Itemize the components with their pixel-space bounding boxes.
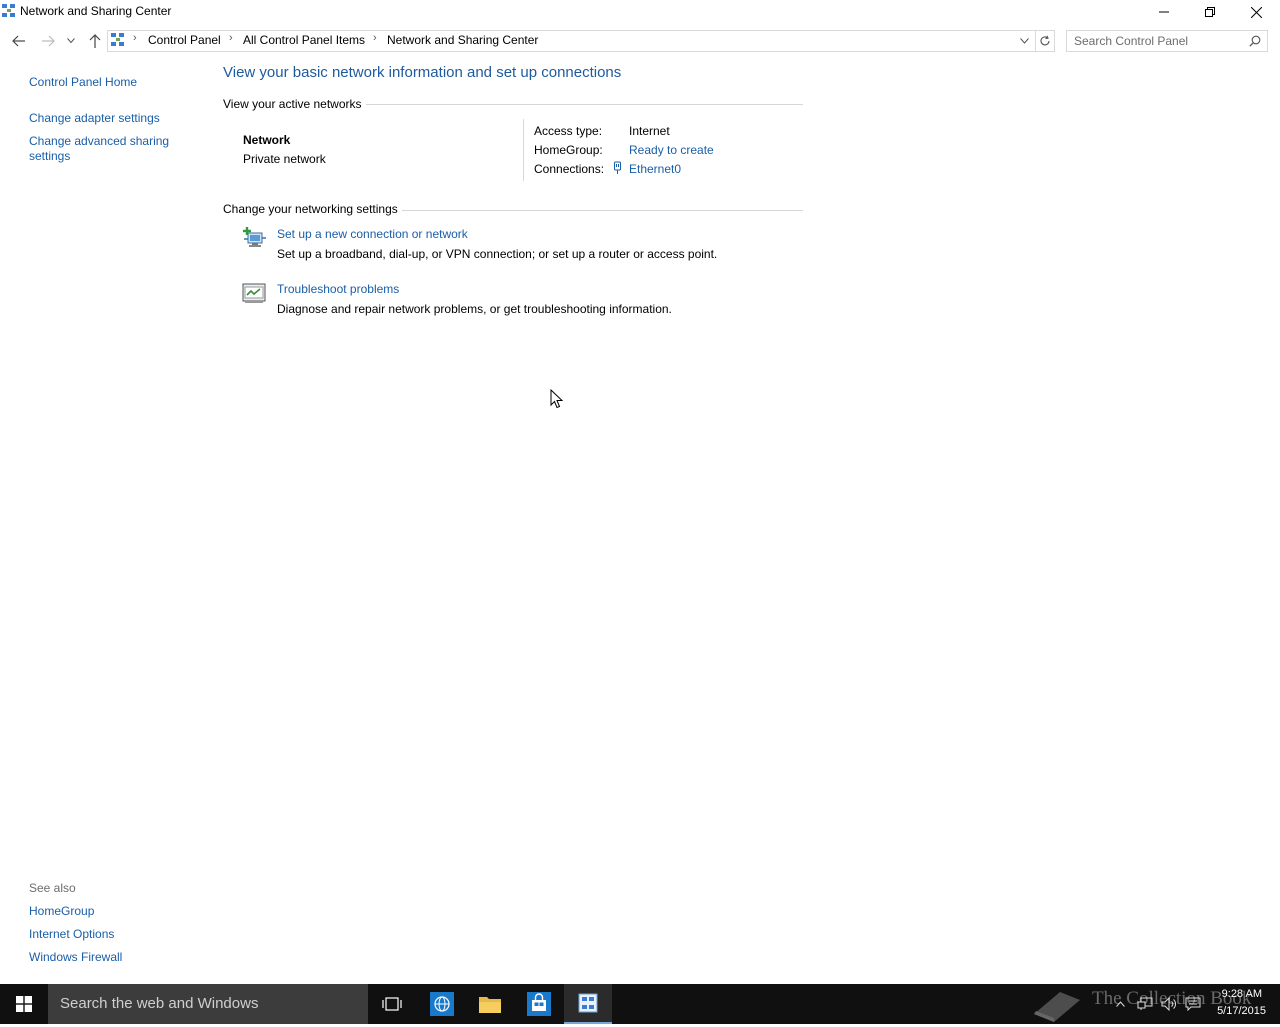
refresh-icon	[1040, 35, 1050, 46]
troubleshoot-description: Diagnose and repair network problems, or…	[277, 302, 672, 316]
see-also-windows-firewall[interactable]: Windows Firewall	[29, 950, 122, 964]
control-panel-icon	[111, 33, 125, 47]
back-arrow-icon	[12, 35, 25, 47]
store-icon	[527, 992, 551, 1016]
recent-locations-button[interactable]	[60, 28, 82, 54]
title-bar	[0, 0, 1280, 24]
refresh-button[interactable]	[1035, 31, 1054, 51]
troubleshoot-icon	[242, 281, 266, 305]
control-panel-taskbar-button[interactable]	[564, 984, 612, 1024]
homegroup-link[interactable]: Ready to create	[629, 143, 714, 157]
connection-ethernet-link[interactable]: Ethernet0	[629, 162, 681, 176]
task-view-icon	[382, 997, 402, 1011]
active-networks-title: View your active networks	[223, 97, 366, 111]
store-button[interactable]	[515, 984, 563, 1024]
file-explorer-button[interactable]	[466, 984, 514, 1024]
access-type-label: Access type:	[534, 124, 603, 138]
taskbar-search-box[interactable]: Search the web and Windows	[48, 984, 368, 1024]
start-button[interactable]	[0, 984, 48, 1024]
breadcrumb-separator-icon: ›	[373, 32, 377, 44]
access-type-value: Internet	[629, 124, 670, 138]
network-setup-icon	[242, 226, 266, 250]
chevron-up-icon	[1115, 1001, 1125, 1007]
internet-explorer-button[interactable]	[418, 984, 466, 1024]
setup-connection-description: Set up a broadband, dial-up, or VPN conn…	[277, 247, 718, 261]
troubleshoot-link[interactable]: Troubleshoot problems	[277, 282, 399, 296]
action-center-icon	[1185, 997, 1201, 1011]
network-center-icon	[2, 4, 16, 18]
windows-logo-icon	[16, 996, 32, 1012]
internet-explorer-icon	[430, 992, 454, 1016]
sidebar-item-control-panel-home[interactable]: Control Panel Home	[29, 75, 137, 89]
see-also-homegroup[interactable]: HomeGroup	[29, 904, 94, 918]
sidebar-item-change-advanced-sharing[interactable]: Change advanced sharing	[29, 134, 169, 148]
sidebar-item-change-adapter-settings[interactable]: Change adapter settings	[29, 111, 160, 125]
minimize-button[interactable]	[1141, 0, 1187, 24]
forward-arrow-icon	[42, 35, 55, 47]
clock-time[interactable]: 9:28 AM	[1200, 988, 1262, 1000]
taskbar-search-placeholder: Search the web and Windows	[60, 995, 259, 1012]
chevron-down-icon	[1019, 38, 1029, 44]
restore-button[interactable]	[1187, 0, 1233, 24]
network-info-divider	[523, 119, 524, 181]
up-button[interactable]	[83, 28, 107, 54]
search-icon[interactable]	[1249, 35, 1261, 47]
change-settings-title: Change your networking settings	[223, 202, 402, 216]
up-arrow-icon	[89, 34, 101, 48]
connections-label: Connections:	[534, 162, 605, 176]
search-box[interactable]	[1066, 30, 1268, 52]
back-button[interactable]	[7, 28, 31, 54]
close-icon	[1250, 6, 1262, 18]
sidebar-item-change-advanced-sharing-cont[interactable]: settings	[29, 149, 70, 163]
homegroup-label: HomeGroup:	[534, 143, 603, 157]
ethernet-icon	[612, 161, 623, 178]
mouse-cursor-icon	[550, 388, 564, 412]
chevron-down-icon	[67, 38, 75, 44]
breadcrumb-separator-icon: ›	[229, 32, 233, 44]
clock-date[interactable]: 5/17/2015	[1200, 1005, 1266, 1017]
breadcrumb-all-items[interactable]: All Control Panel Items	[243, 33, 365, 47]
see-also-heading: See also	[29, 881, 76, 895]
address-history-button[interactable]	[1017, 33, 1031, 49]
breadcrumb-current[interactable]: Network and Sharing Center	[387, 33, 538, 47]
minimize-icon	[1159, 11, 1169, 13]
file-explorer-icon	[479, 997, 501, 1013]
task-view-button[interactable]	[368, 984, 416, 1024]
restore-icon	[1205, 7, 1215, 17]
breadcrumb-control-panel[interactable]: Control Panel	[148, 33, 221, 47]
network-tray-button[interactable]	[1134, 984, 1156, 1024]
watermark-book-icon	[1030, 984, 1086, 1027]
setup-connection-link[interactable]: Set up a new connection or network	[277, 227, 468, 241]
page-title: View your basic network information and …	[223, 64, 622, 81]
close-button[interactable]	[1233, 0, 1279, 24]
control-panel-icon	[578, 993, 598, 1013]
network-type: Private network	[243, 152, 326, 166]
breadcrumb-separator-icon: ›	[133, 32, 137, 44]
search-input[interactable]	[1074, 34, 1244, 48]
show-hidden-icons-button[interactable]	[1112, 984, 1128, 1024]
network-tray-icon	[1137, 997, 1153, 1010]
network-name: Network	[243, 133, 291, 147]
speaker-icon	[1161, 997, 1176, 1011]
volume-tray-button[interactable]	[1158, 984, 1180, 1024]
see-also-internet-options[interactable]: Internet Options	[29, 927, 114, 941]
forward-button[interactable]	[36, 28, 60, 54]
window-title: Network and Sharing Center	[20, 4, 172, 18]
